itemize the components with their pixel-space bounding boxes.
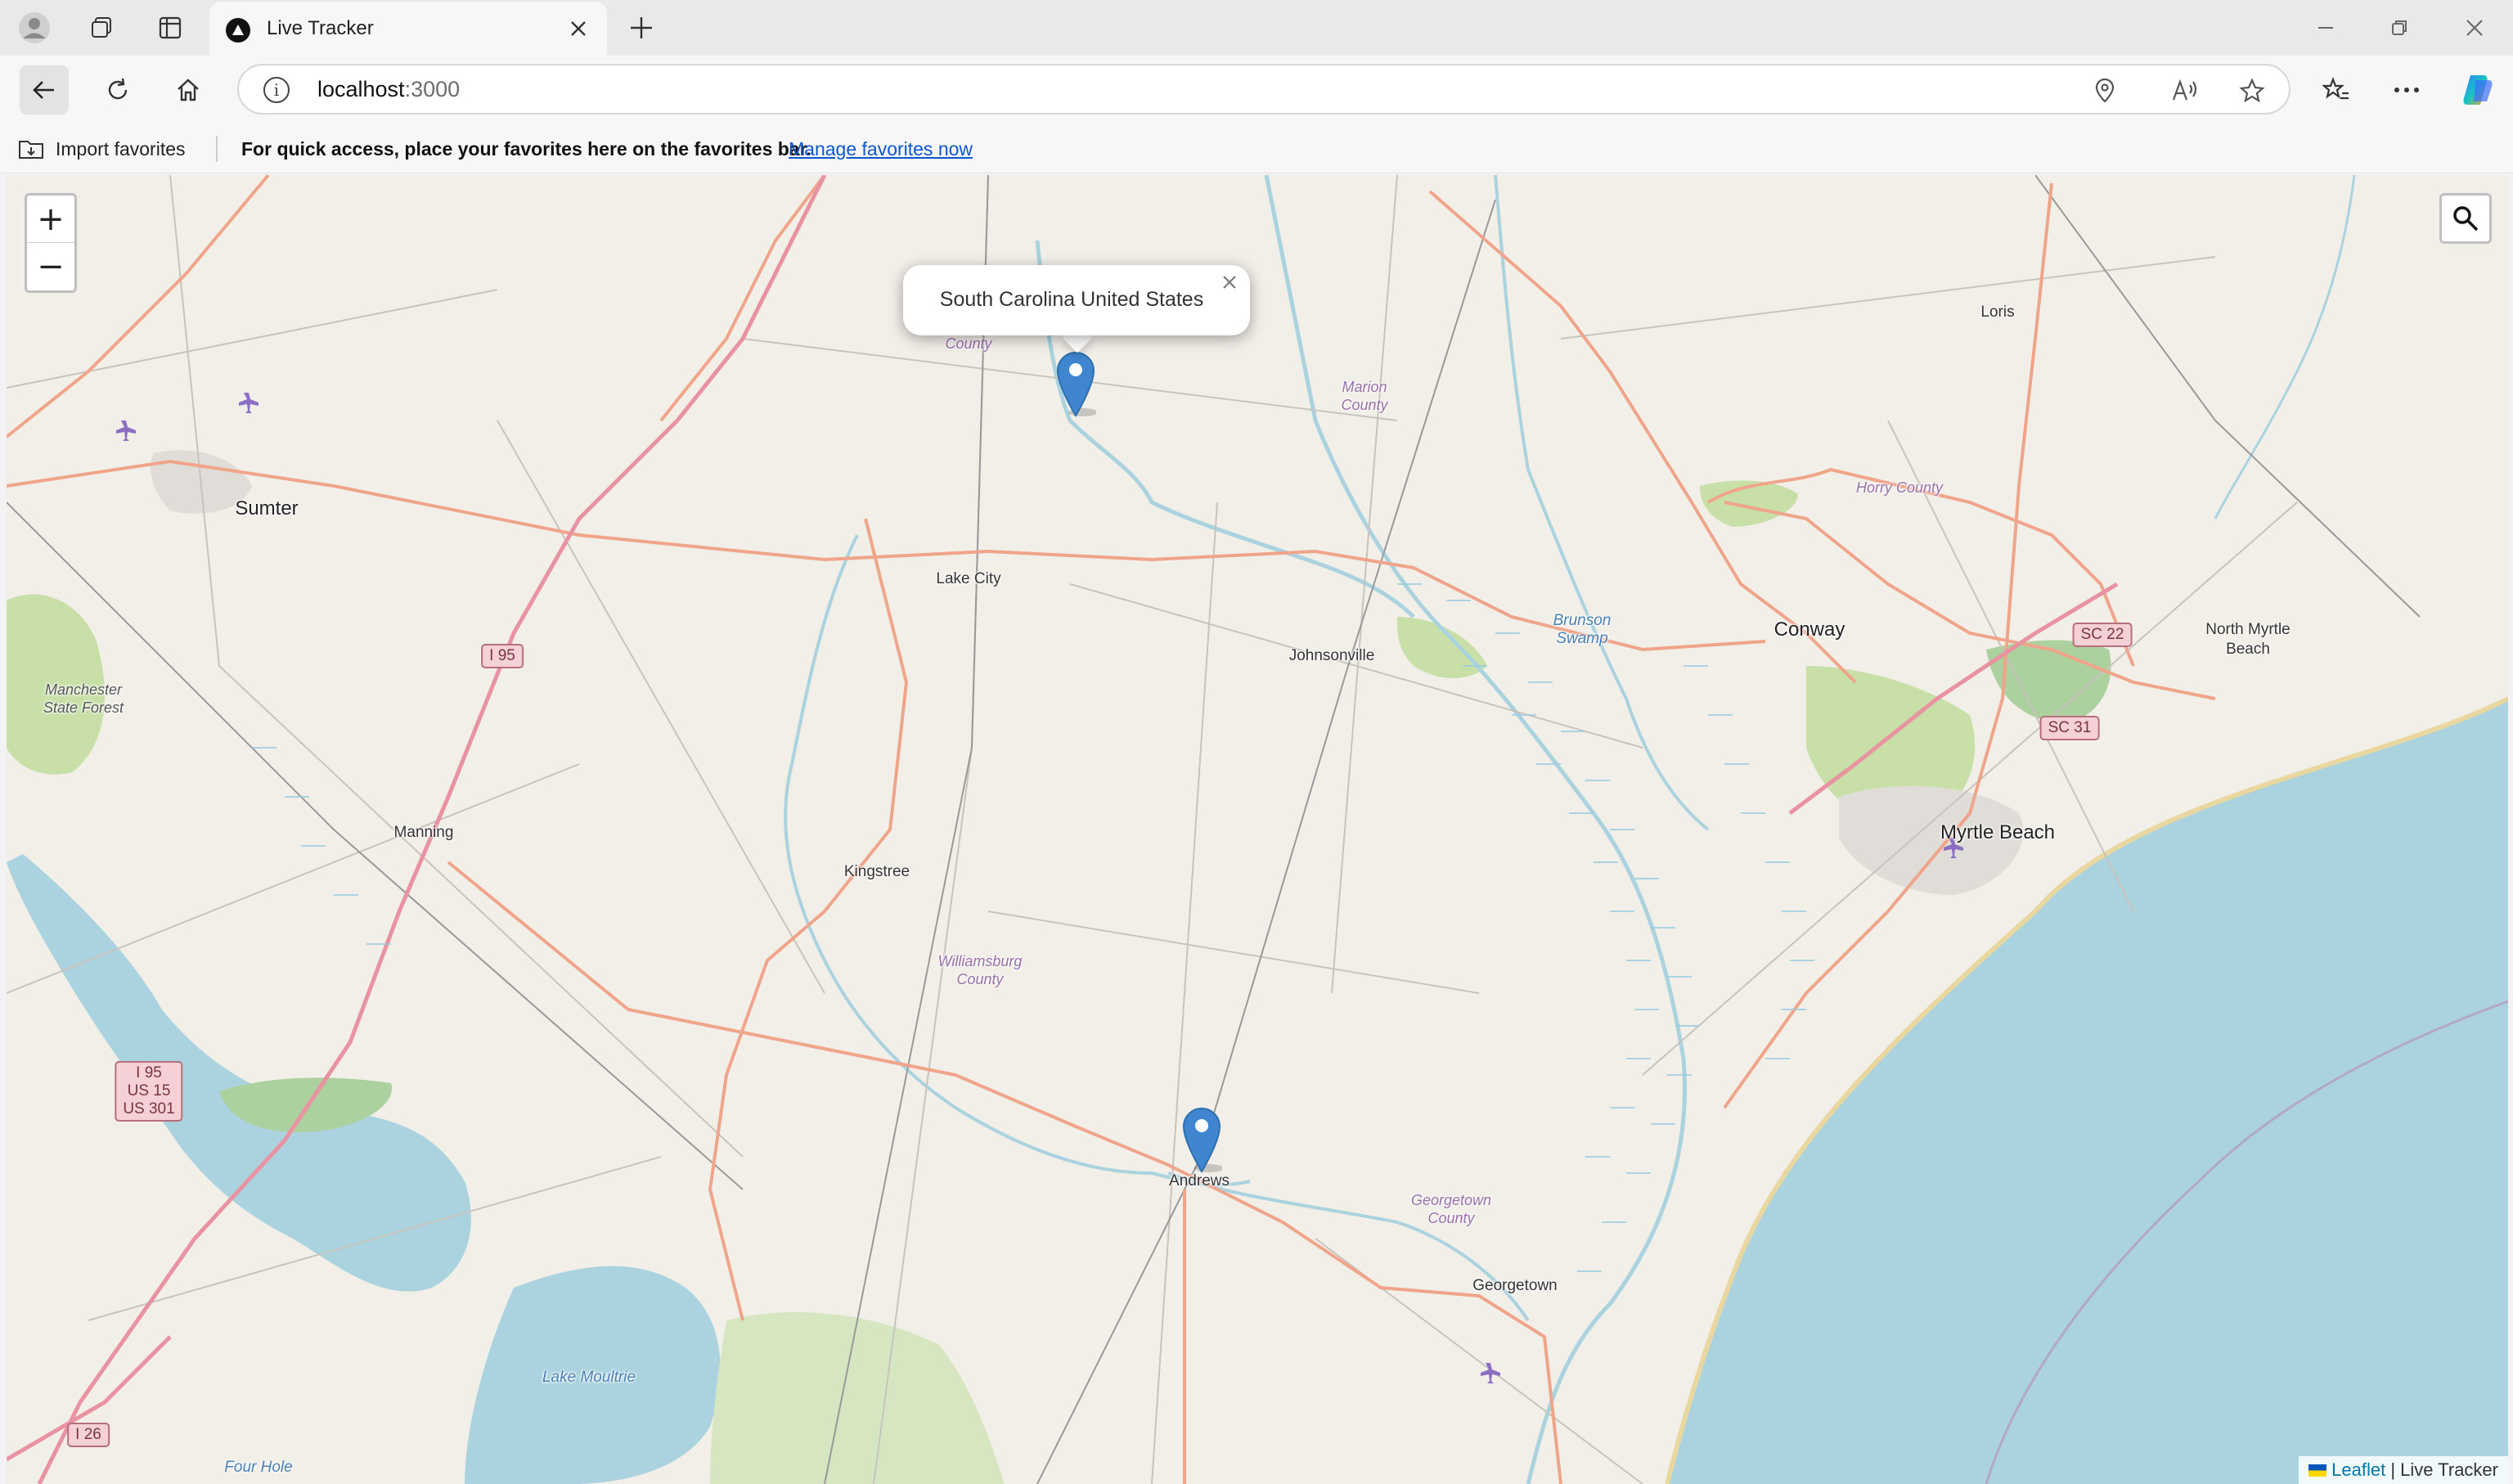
- restore-icon[interactable]: [2371, 8, 2428, 47]
- shield-i95-us15-us301: I 95 US 15 US 301: [115, 1061, 183, 1122]
- location-pin-icon[interactable]: [2089, 75, 2120, 106]
- address-bar[interactable]: i localhost:3000: [237, 64, 2290, 115]
- more-options-icon[interactable]: [2387, 70, 2426, 110]
- place-label-manning: Manning: [393, 824, 454, 841]
- workspaces-icon[interactable]: [85, 11, 118, 44]
- place-label-johnsonville: Johnsonville: [1288, 647, 1375, 664]
- marker-pin-icon: [1056, 352, 1098, 417]
- lake-marion: [7, 854, 471, 1292]
- favorites-bar: Import favorites For quick access, place…: [0, 124, 2513, 173]
- popup-close-icon[interactable]: [1217, 270, 1242, 295]
- navigation-bar: i localhost:3000: [0, 56, 2513, 124]
- copilot-icon[interactable]: [2457, 70, 2497, 110]
- ukraine-flag-icon: [2308, 1464, 2327, 1477]
- app-logo-icon: [226, 18, 250, 43]
- search-icon: [2453, 206, 2479, 232]
- read-aloud-icon[interactable]: [2169, 75, 2201, 106]
- attribution-separator: |: [2385, 1459, 2401, 1480]
- county-label-marion: Marion County: [1341, 379, 1388, 413]
- close-tab-icon[interactable]: [564, 15, 592, 43]
- place-label-myrtle-beach: Myrtle Beach: [1940, 821, 2056, 843]
- refresh-icon[interactable]: [93, 65, 142, 115]
- map-marker-pin[interactable]: [1055, 350, 1098, 417]
- title-bar: Live Tracker: [0, 0, 2513, 56]
- marker-popup: South Carolina United States: [903, 265, 1250, 335]
- favorites-icon[interactable]: [2317, 70, 2356, 110]
- map-view[interactable]: Sumter Lake City Johnsonville Manning Ki…: [7, 175, 2508, 1484]
- manage-favorites-link[interactable]: Manage favorites now: [789, 138, 973, 160]
- county-label-georgetown: Georgetown County: [1410, 1192, 1492, 1226]
- county-label-top: County: [945, 335, 992, 352]
- minimize-icon[interactable]: [2297, 8, 2354, 47]
- attribution-app-name: Live Tracker: [2400, 1459, 2498, 1480]
- home-icon[interactable]: [164, 65, 213, 115]
- url-text: localhost:3000: [317, 77, 461, 101]
- vertical-tabs-icon[interactable]: [154, 11, 187, 44]
- map-marker-pin[interactable]: [1181, 1106, 1224, 1173]
- water-label-brunson-swamp: Brunson Swamp: [1553, 612, 1612, 647]
- favorite-star-icon[interactable]: [2237, 75, 2268, 106]
- zoom-in-button[interactable]: +: [27, 196, 74, 243]
- place-label-sumter: Sumter: [235, 497, 299, 519]
- shield-i95: I 95: [481, 644, 524, 668]
- map-tiles: [7, 175, 2508, 1484]
- water-label-four-hole: Four Hole: [224, 1459, 293, 1476]
- water-label-lake-moultrie: Lake Moultrie: [542, 1369, 636, 1386]
- forest-label-manchester: Manchester State Forest: [43, 681, 124, 716]
- zoom-control: + −: [25, 193, 77, 293]
- close-window-icon[interactable]: [2446, 8, 2503, 47]
- import-folder-icon: [19, 141, 43, 159]
- place-label-conway: Conway: [1773, 618, 1845, 641]
- shield-sc31: SC 31: [2039, 716, 2100, 740]
- shield-i26: I 26: [67, 1423, 110, 1447]
- zoom-out-button[interactable]: −: [27, 243, 74, 290]
- leaflet-link[interactable]: Leaflet: [2331, 1459, 2385, 1481]
- site-info-icon[interactable]: i: [263, 77, 290, 103]
- place-label-andrews: Andrews: [1169, 1172, 1230, 1189]
- county-label-williamsburg: Williamsburg County: [937, 953, 1023, 987]
- marker-pin-icon: [1182, 1108, 1224, 1173]
- place-label-lake-city: Lake City: [936, 570, 1001, 587]
- favorites-hint: For quick access, place your favorites h…: [241, 138, 811, 160]
- place-label-kingstree: Kingstree: [843, 863, 910, 880]
- county-label-horry: Horry County: [1855, 479, 1944, 496]
- ocean: [1667, 699, 2508, 1484]
- place-label-north-myrtle-beach: North Myrtle Beach: [2205, 621, 2290, 658]
- profile-avatar-icon[interactable]: [18, 11, 51, 44]
- shield-sc22: SC 22: [2072, 623, 2133, 647]
- import-favorites-label: Import favorites: [56, 137, 186, 160]
- place-label-georgetown: Georgetown: [1472, 1277, 1558, 1294]
- import-favorites-button[interactable]: Import favorites: [18, 134, 186, 164]
- favorites-divider: [216, 136, 218, 162]
- place-label-loris: Loris: [1980, 304, 2015, 321]
- active-tab[interactable]: Live Tracker: [209, 2, 607, 56]
- new-tab-icon[interactable]: [623, 10, 659, 46]
- map-search-button[interactable]: [2439, 193, 2492, 244]
- popup-text: South Carolina United States: [939, 288, 1204, 311]
- tab-title: Live Tracker: [267, 17, 374, 39]
- back-arrow-icon[interactable]: [20, 65, 69, 115]
- map-attribution: Leaflet | Live Tracker: [2299, 1456, 2508, 1484]
